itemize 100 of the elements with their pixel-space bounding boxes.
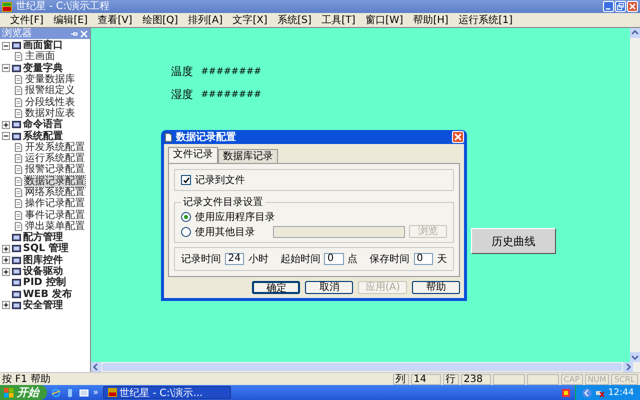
expander-icon[interactable] (2, 256, 10, 264)
menu-item[interactable]: 查看[V] (94, 14, 136, 26)
tree-item[interactable]: 报警组定义 (25, 85, 75, 96)
key-indicator: CAP (560, 374, 583, 384)
status-pane (526, 374, 559, 384)
tree-item[interactable]: 事件记录配置 (25, 210, 85, 221)
expander-icon[interactable] (2, 64, 10, 72)
tree-item[interactable]: 操作记录配置 (25, 198, 85, 210)
restore-button[interactable] (615, 1, 626, 12)
menu-item[interactable]: 窗口[W] (361, 14, 408, 26)
tree-item[interactable]: 数据对应表 (25, 108, 75, 119)
radio-button[interactable] (181, 212, 191, 222)
tab[interactable]: 数据库记录 (218, 149, 278, 163)
minimize-button[interactable] (603, 1, 614, 12)
horizontal-scrollbar[interactable] (91, 362, 640, 372)
scroll-right-icon[interactable] (623, 362, 633, 372)
path-field[interactable] (273, 226, 405, 238)
input-field[interactable]: 0 (414, 253, 433, 265)
tree-item[interactable]: 配方管理 (23, 232, 63, 244)
close-icon[interactable] (80, 30, 88, 38)
tree-item[interactable]: 系统配置 (23, 130, 63, 142)
vertical-scrollbar[interactable] (630, 28, 640, 362)
document-icon (14, 108, 23, 118)
close-icon (629, 3, 636, 10)
tree-item[interactable]: 数据记录配置 (25, 176, 85, 187)
tray-icon[interactable] (561, 388, 572, 398)
expander-icon[interactable] (2, 244, 10, 253)
tree-item[interactable]: 变量字典 (23, 62, 63, 74)
menu-item[interactable]: 编辑[E] (50, 14, 92, 26)
tree-item[interactable]: 安全管理 (23, 300, 63, 311)
tree-item[interactable]: SQL 管理 (23, 243, 69, 254)
status-value: 14 (410, 374, 441, 384)
menu-item[interactable]: 文字[X] (228, 14, 272, 26)
tree-item[interactable]: 主画面 (25, 51, 55, 62)
tree-item[interactable]: 弹出菜单配置 (25, 220, 85, 232)
document-icon (14, 199, 23, 208)
monitor-icon[interactable] (79, 388, 89, 398)
tab[interactable]: 文件记录 (168, 147, 218, 163)
menu-item[interactable]: 文件[F] (6, 14, 48, 26)
document-icon (14, 98, 23, 107)
close-icon (454, 133, 462, 141)
close-button[interactable] (627, 1, 638, 12)
scroll-down-icon[interactable] (630, 352, 640, 362)
document-icon (14, 52, 23, 62)
pin-icon[interactable] (70, 30, 78, 38)
expander-icon[interactable] (2, 132, 10, 140)
window-title: 世纪星 - C:\演示工程 (16, 0, 110, 12)
menu-item[interactable]: 绘图[Q] (138, 14, 182, 26)
input-field[interactable]: 24 (225, 253, 244, 265)
radio-button[interactable] (181, 226, 191, 236)
tree-item[interactable]: 命令语言 (23, 119, 63, 130)
dialog-button[interactable]: 帮助 (412, 281, 460, 294)
tree-item[interactable]: 变量数据库 (25, 74, 75, 86)
tree-item[interactable]: 设备驱动 (23, 266, 63, 278)
windows-logo-icon (4, 388, 14, 398)
panel-title: 浏览器 (2, 28, 33, 39)
history-curve-button[interactable]: 历史曲线 (471, 228, 556, 254)
tree-item[interactable]: 报警记录配置 (25, 164, 85, 176)
app-icon (2, 2, 12, 12)
reading-label: 温度 (171, 64, 193, 79)
bottle-icon[interactable] (65, 388, 75, 398)
tree-item[interactable]: WEB 发布 (23, 288, 72, 300)
start-button[interactable]: 开始 (0, 385, 47, 400)
tree-item[interactable]: 网络系统配置 (25, 187, 85, 198)
reading-value: ######## (201, 66, 262, 76)
more-button[interactable]: » (93, 388, 99, 398)
scroll-left-icon[interactable] (91, 362, 101, 372)
tree-item[interactable]: PID 控制 (23, 277, 66, 288)
browser-icon[interactable] (51, 388, 61, 398)
checkbox[interactable] (181, 175, 191, 185)
menu-item[interactable]: 帮助[H] (409, 14, 452, 26)
tree-item[interactable]: 分段线性表 (25, 96, 75, 108)
menu-item[interactable]: 系统[S] (273, 14, 316, 26)
restore-icon (617, 3, 624, 10)
tree-item[interactable]: 运行系统配置 (25, 153, 85, 164)
expander-icon[interactable] (2, 120, 10, 129)
expander-icon[interactable] (2, 42, 10, 50)
menu-item[interactable]: 工具[T] (318, 14, 360, 26)
input-field[interactable]: 0 (324, 253, 344, 265)
expander-icon[interactable] (2, 301, 10, 310)
key-indicator: SCRL (611, 374, 638, 384)
tree-item[interactable]: 画面窗口 (23, 40, 63, 52)
document-icon (14, 154, 23, 164)
document-icon (14, 86, 23, 96)
taskbar-task[interactable]: 世纪星 - C:\演示... (102, 386, 231, 399)
dialog-button[interactable]: 确定 (252, 281, 300, 294)
document-icon (164, 132, 173, 142)
tree-item[interactable]: 图库控件 (23, 254, 63, 266)
document-icon (14, 142, 23, 152)
tree-item[interactable]: 开发系统配置 (25, 142, 85, 153)
document-icon (14, 222, 23, 231)
radio-label: 使用其他目录 (195, 226, 255, 238)
scroll-thumb[interactable] (102, 363, 622, 371)
close-button[interactable] (452, 131, 464, 143)
scroll-up-icon[interactable] (630, 28, 640, 38)
menu-item[interactable]: 排列[A] (184, 14, 227, 26)
menu-item[interactable]: 运行系统[1] (454, 14, 517, 26)
document-icon (14, 210, 23, 220)
expander-icon[interactable] (2, 268, 10, 276)
dialog-button[interactable]: 取消 (305, 281, 354, 294)
